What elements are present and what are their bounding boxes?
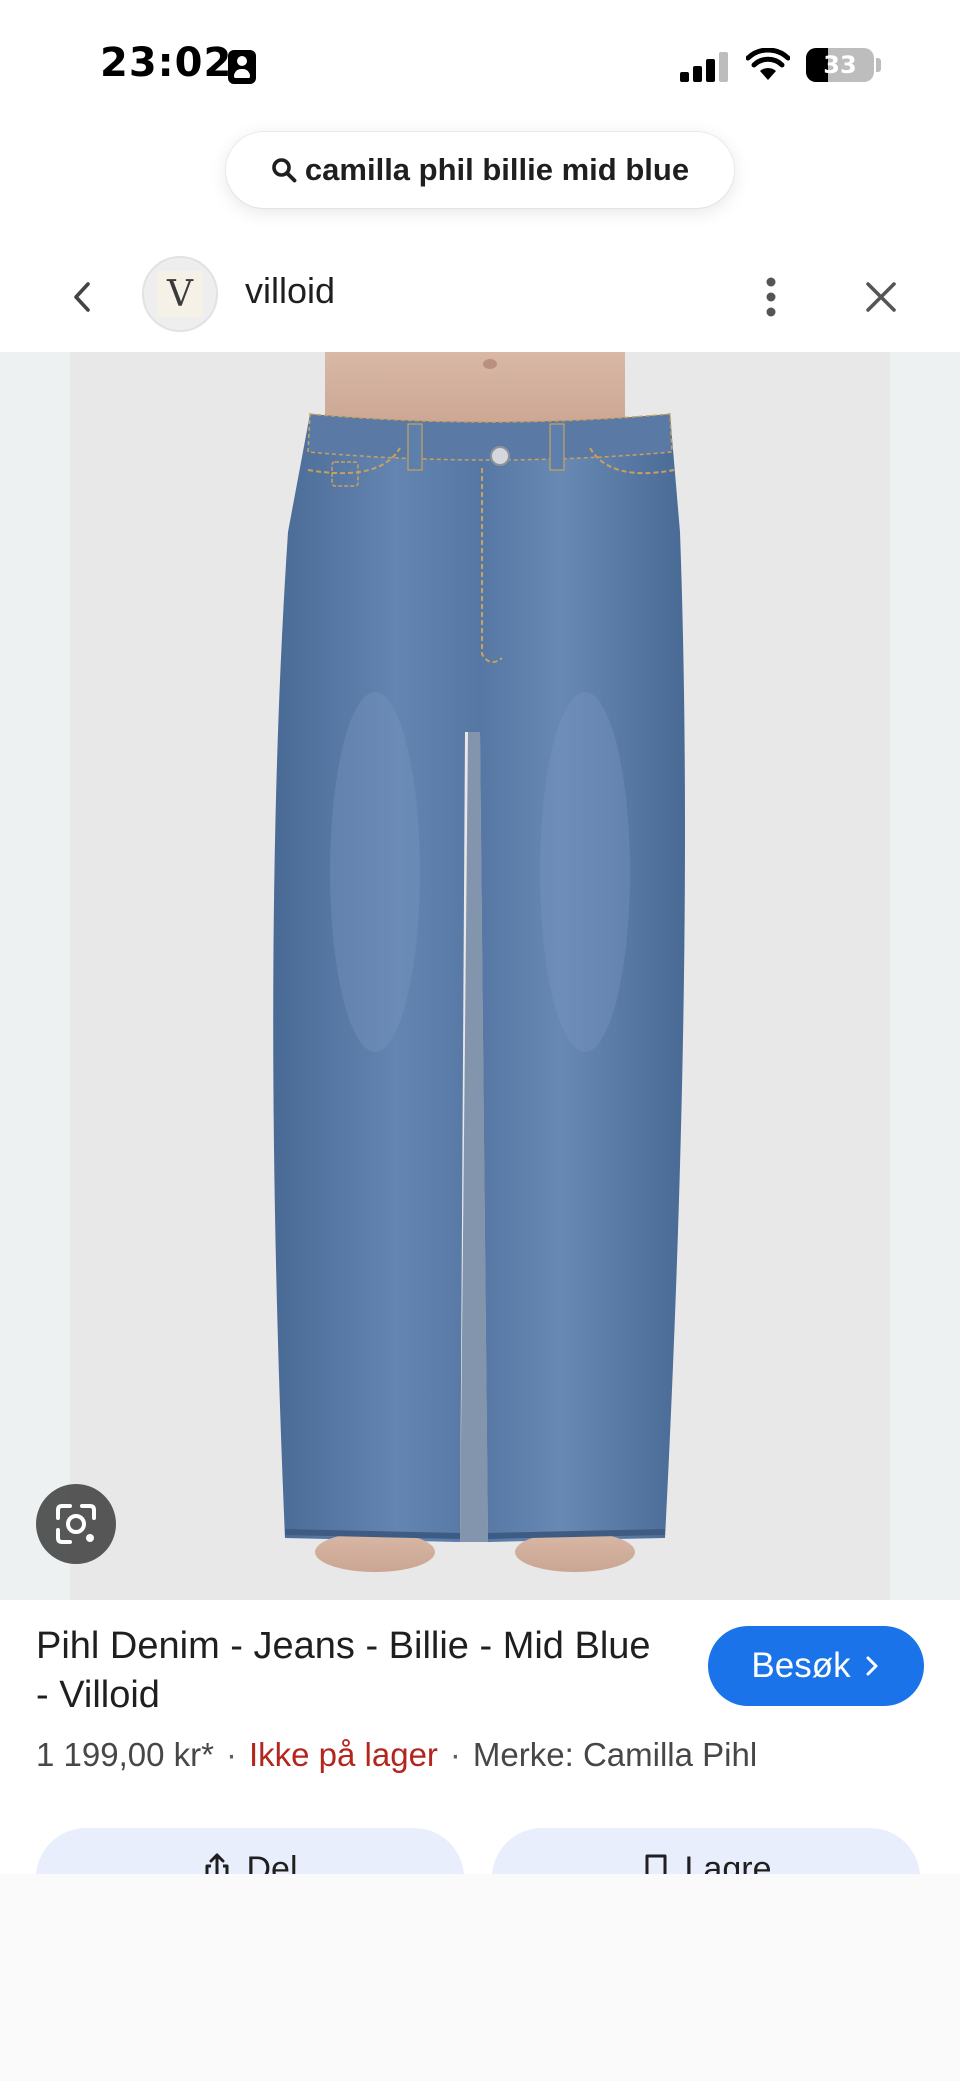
search-icon: [272, 158, 297, 183]
product-title[interactable]: Pihl Denim - Jeans - Billie - Mid Blue -…: [36, 1622, 656, 1720]
wifi-icon: [746, 48, 790, 80]
meta-separator: ·: [225, 1736, 237, 1773]
visit-button[interactable]: Besøk: [708, 1626, 924, 1706]
product-image[interactable]: [70, 352, 890, 1600]
battery-level: 33: [823, 51, 857, 79]
close-icon[interactable]: [856, 272, 906, 322]
site-name[interactable]: villoid: [245, 270, 335, 312]
bottom-sheet-fade: [0, 1874, 960, 2081]
result-header: V villoid: [0, 250, 960, 350]
back-icon[interactable]: [58, 272, 108, 322]
status-bar: 23:02 33: [0, 0, 960, 130]
jeans-image: [273, 352, 685, 1572]
lens-search-button[interactable]: [36, 1484, 116, 1564]
chevron-right-icon: [866, 1656, 878, 1676]
site-logo: V: [157, 271, 203, 317]
search-query-text: camilla phil billie mid blue: [304, 152, 690, 187]
more-vertical-icon[interactable]: [756, 272, 786, 322]
signal-icon: [680, 52, 728, 82]
product-meta: 1 199,00 kr* · Ikke på lager · Merke: Camill…: [36, 1736, 936, 1774]
product-brand: Merke: Camilla Pihl: [472, 1736, 758, 1773]
battery-icon: 33: [806, 48, 874, 82]
id-card-icon: [228, 50, 256, 84]
status-time: 23:02: [100, 40, 233, 86]
meta-separator: ·: [449, 1736, 461, 1773]
lens-search-icon: [56, 1504, 96, 1544]
product-image-area: [0, 352, 960, 1600]
search-query-pill[interactable]: camilla phil billie mid blue: [226, 132, 734, 208]
product-price: 1 199,00 kr*: [36, 1736, 214, 1773]
visit-button-label: Besøk: [751, 1646, 851, 1685]
battery-nub: [876, 58, 881, 72]
site-avatar[interactable]: V: [142, 256, 218, 332]
stock-status: Ikke på lager: [248, 1736, 438, 1773]
